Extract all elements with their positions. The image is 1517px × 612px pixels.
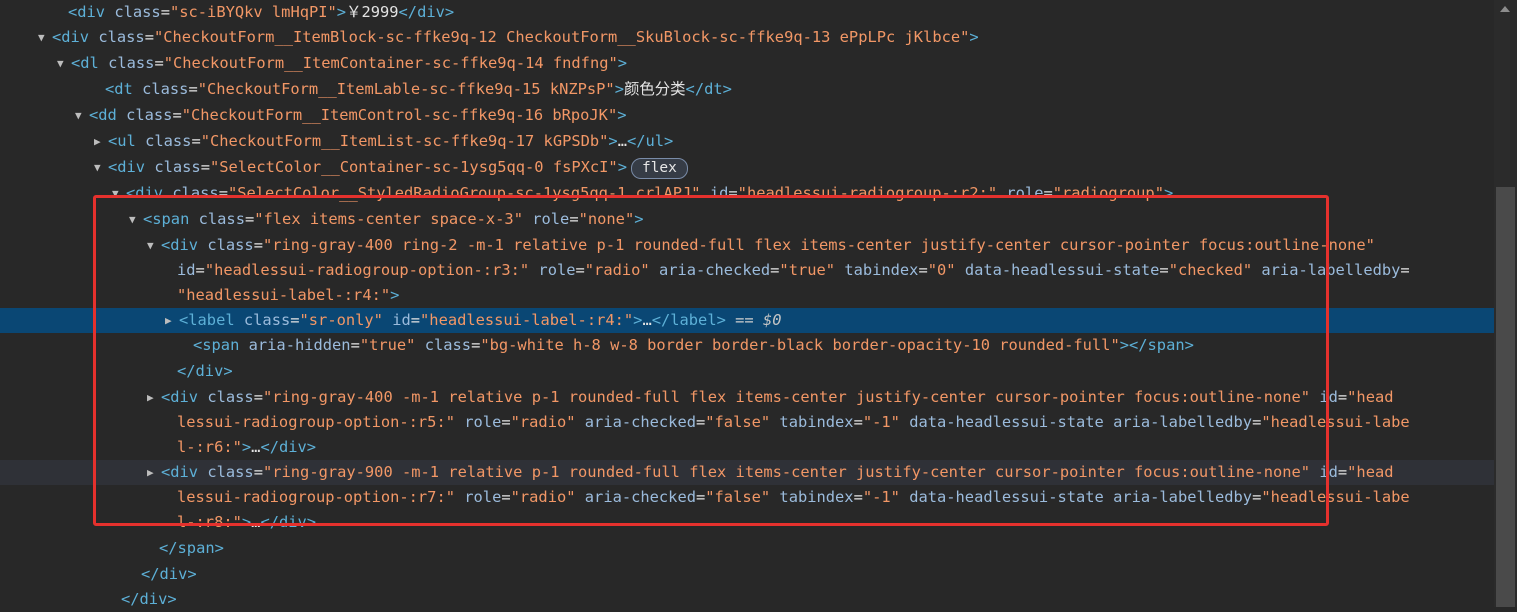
token-tag: <dt (105, 80, 133, 98)
token-attr: class (145, 132, 192, 150)
token-eq: = (1400, 261, 1410, 279)
scroll-up-arrow-icon[interactable] (1500, 6, 1510, 12)
dom-node-row[interactable]: </div> (0, 587, 1494, 612)
token-eq: = (1337, 388, 1348, 406)
token-tag: > (608, 132, 618, 150)
token-tag: <div (68, 3, 106, 21)
token-val: "SelectColor__Container-sc-1ysg5qq-0 fsP… (209, 158, 618, 176)
token-tag: <div (108, 158, 146, 176)
token-tag: <div (52, 28, 90, 46)
dom-node-row[interactable]: <div class="sc-iBYQkv lmHqPI">￥2999</div… (0, 0, 1494, 25)
token-tag: > (614, 80, 624, 98)
dom-node-row[interactable]: ▶ <ul class="CheckoutForm__ItemList-sc-ff… (0, 129, 1494, 154)
token-tag: </ul> (626, 132, 674, 150)
token-eq: = (191, 132, 201, 150)
token-txt: 颜色分类 (623, 80, 686, 98)
token-tag: > (969, 28, 979, 46)
dom-node-row[interactable]: ▼ <div class="SelectColor__Container-sc-1… (0, 155, 1494, 180)
dom-node-row[interactable]: </span> (0, 536, 1494, 561)
token-attr: class (142, 80, 189, 98)
token-eq: = (1337, 463, 1348, 481)
token-eq: = (188, 80, 198, 98)
token-eq: = (172, 106, 182, 124)
dom-node-row[interactable]: ▼ <div class="CheckoutForm__ItemBlock-sc-… (0, 25, 1494, 50)
token-tag: <dl (71, 54, 99, 72)
token-val: "CheckoutForm__ItemLable-sc-ffke9q-15 kN… (197, 80, 615, 98)
token-tag: > (617, 106, 627, 124)
token-tag: </div> (141, 565, 197, 583)
token-val: "CheckoutForm__ItemControl-sc-ffke9q-16 … (181, 106, 618, 124)
token-tag: </div> (121, 590, 177, 608)
dom-node-row[interactable]: ▼ <dl class="CheckoutForm__ItemContainer-… (0, 51, 1494, 76)
token-attr: class (98, 28, 145, 46)
token-val: "CheckoutForm__ItemList-sc-ffke9q-17 kGP… (200, 132, 609, 150)
token-eq: = (160, 3, 170, 21)
token-eq: = (154, 54, 164, 72)
token-val: "CheckoutForm__ItemContainer-sc-ffke9q-1… (163, 54, 618, 72)
token-val: "sc-iBYQkv lmHqPI" (169, 3, 337, 21)
token-eq: = (200, 158, 210, 176)
expanded-triangle-icon[interactable]: ▼ (38, 25, 52, 50)
token-val: "head (1347, 463, 1394, 481)
token-val: "CheckoutForm__ItemBlock-sc-ffke9q-12 Ch… (153, 28, 970, 46)
token-tag: <ul (108, 132, 136, 150)
token-tag: </span> (159, 539, 224, 557)
expanded-triangle-icon[interactable]: ▼ (94, 155, 108, 180)
token-attr: class (114, 3, 161, 21)
dom-node-row[interactable]: ▼ <dd class="CheckoutForm__ItemControl-sc… (0, 103, 1494, 128)
vertical-scrollbar[interactable] (1494, 0, 1517, 607)
token-attr: class (154, 158, 201, 176)
collapsed-triangle-icon[interactable]: ▶ (94, 129, 108, 154)
token-tag: > (336, 3, 347, 21)
expanded-triangle-icon[interactable]: ▼ (57, 51, 71, 76)
token-tag: </dt> (685, 80, 732, 98)
token-attr: class (108, 54, 155, 72)
scroll-thumb[interactable] (1496, 187, 1515, 607)
token-tag: > (617, 54, 628, 72)
token-txt: … (617, 132, 627, 150)
flex-badge[interactable]: flex (630, 158, 688, 179)
red-highlight-box (93, 195, 1329, 526)
dom-node-row[interactable]: </div> (0, 562, 1494, 587)
token-tag: </div> (398, 3, 455, 21)
token-tag: <dd (89, 106, 117, 124)
token-val: "head (1347, 388, 1394, 406)
expanded-triangle-icon[interactable]: ▼ (75, 103, 89, 128)
token-eq: = (144, 28, 154, 46)
token-tag: > (617, 158, 627, 176)
token-attr: class (126, 106, 173, 124)
dom-node-row[interactable]: <dt class="CheckoutForm__ItemLable-sc-ff… (0, 77, 1494, 102)
token-txt: ￥2999 (346, 3, 399, 21)
